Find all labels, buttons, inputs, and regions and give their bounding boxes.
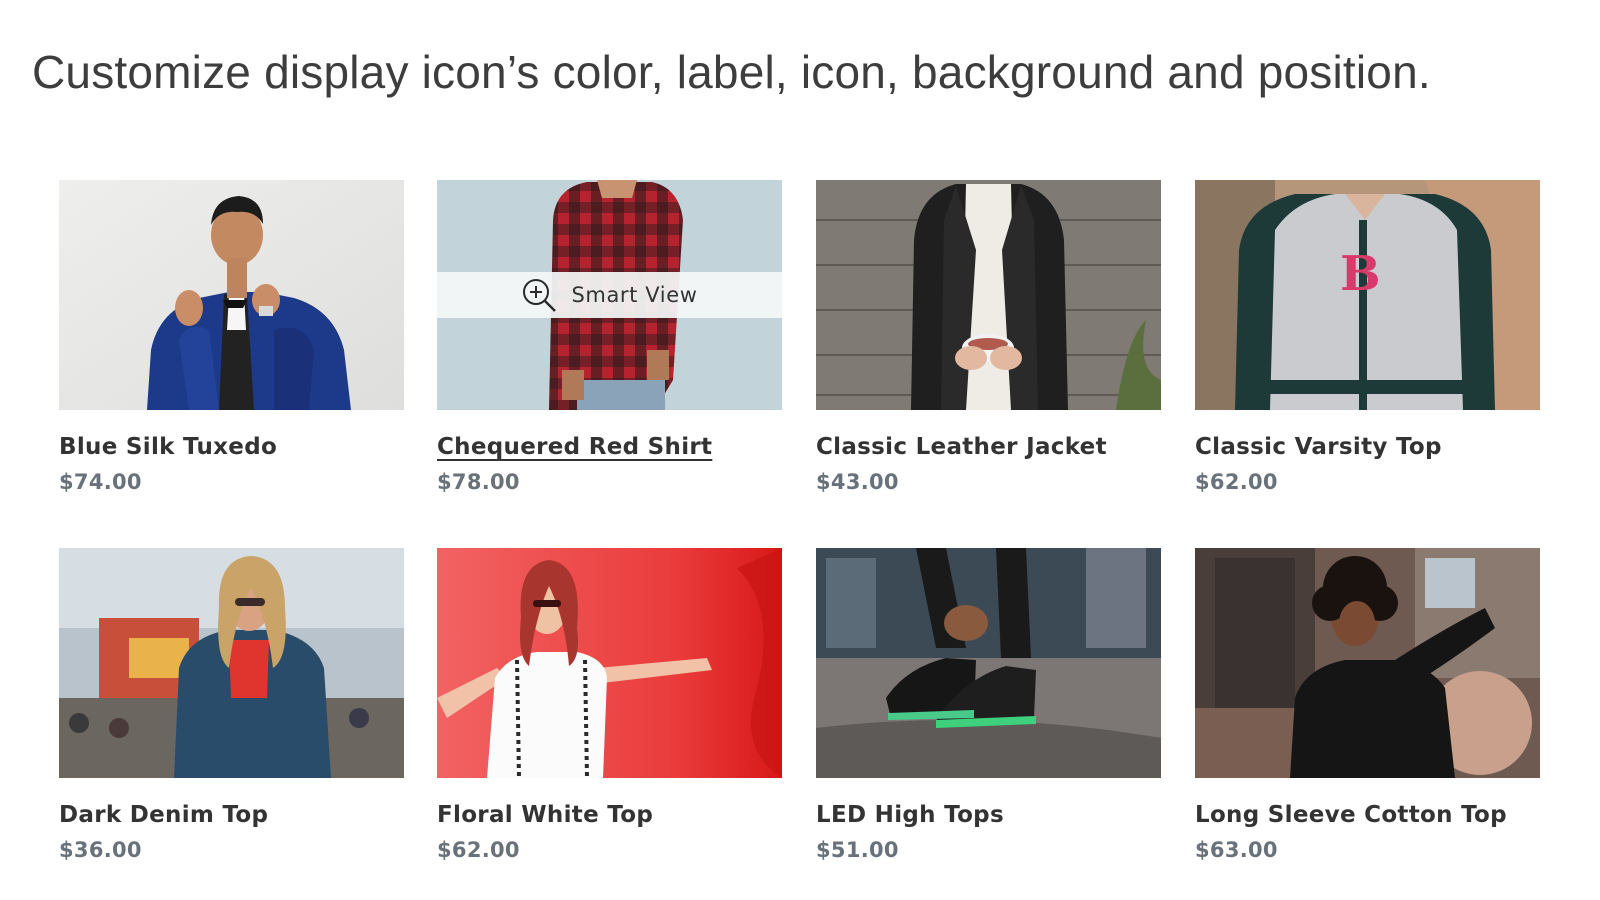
product-title[interactable]: Dark Denim Top: [59, 800, 268, 830]
product-card[interactable]: Smart View Chequered Red Shirt $78.00: [437, 180, 782, 496]
smart-view-button[interactable]: Smart View: [437, 272, 782, 318]
product-price: $74.00: [59, 470, 142, 494]
product-card[interactable]: B Classic Varsity Top $62.00: [1195, 180, 1540, 496]
product-image[interactable]: [59, 548, 404, 778]
product-title[interactable]: Long Sleeve Cotton Top: [1195, 800, 1507, 830]
product-image[interactable]: [816, 180, 1161, 410]
product-price: $78.00: [437, 470, 520, 494]
product-title[interactable]: Classic Varsity Top: [1195, 432, 1442, 462]
product-title[interactable]: Floral White Top: [437, 800, 653, 830]
product-card[interactable]: Long Sleeve Cotton Top $63.00: [1195, 548, 1540, 864]
zoom-in-icon: [523, 279, 557, 312]
product-title[interactable]: Classic Leather Jacket: [816, 432, 1107, 462]
product-price: $51.00: [816, 838, 899, 862]
svg-text:B: B: [1340, 246, 1381, 302]
product-image[interactable]: [59, 180, 404, 410]
product-price: $36.00: [59, 838, 142, 862]
product-price: $63.00: [1195, 838, 1278, 862]
product-image[interactable]: [816, 548, 1161, 778]
product-title[interactable]: Blue Silk Tuxedo: [59, 432, 277, 462]
product-card[interactable]: LED High Tops $51.00: [816, 548, 1161, 864]
product-image[interactable]: [1195, 548, 1540, 778]
product-title[interactable]: LED High Tops: [816, 800, 1004, 830]
product-image[interactable]: B: [1195, 180, 1540, 410]
product-card[interactable]: Classic Leather Jacket $43.00: [816, 180, 1161, 496]
product-price: $43.00: [816, 470, 899, 494]
product-price: $62.00: [437, 838, 520, 862]
product-price: $62.00: [1195, 470, 1278, 494]
product-image[interactable]: Smart View: [437, 180, 782, 410]
product-card[interactable]: Dark Denim Top $36.00: [59, 548, 404, 864]
smart-view-label: Smart View: [571, 283, 698, 307]
product-card[interactable]: Floral White Top $62.00: [437, 548, 782, 864]
product-grid: Blue Silk Tuxedo $74.00 Smart View Chequ…: [0, 0, 1600, 900]
product-image[interactable]: [437, 548, 782, 778]
product-card[interactable]: Blue Silk Tuxedo $74.00: [59, 180, 404, 496]
product-title[interactable]: Chequered Red Shirt: [437, 432, 712, 462]
